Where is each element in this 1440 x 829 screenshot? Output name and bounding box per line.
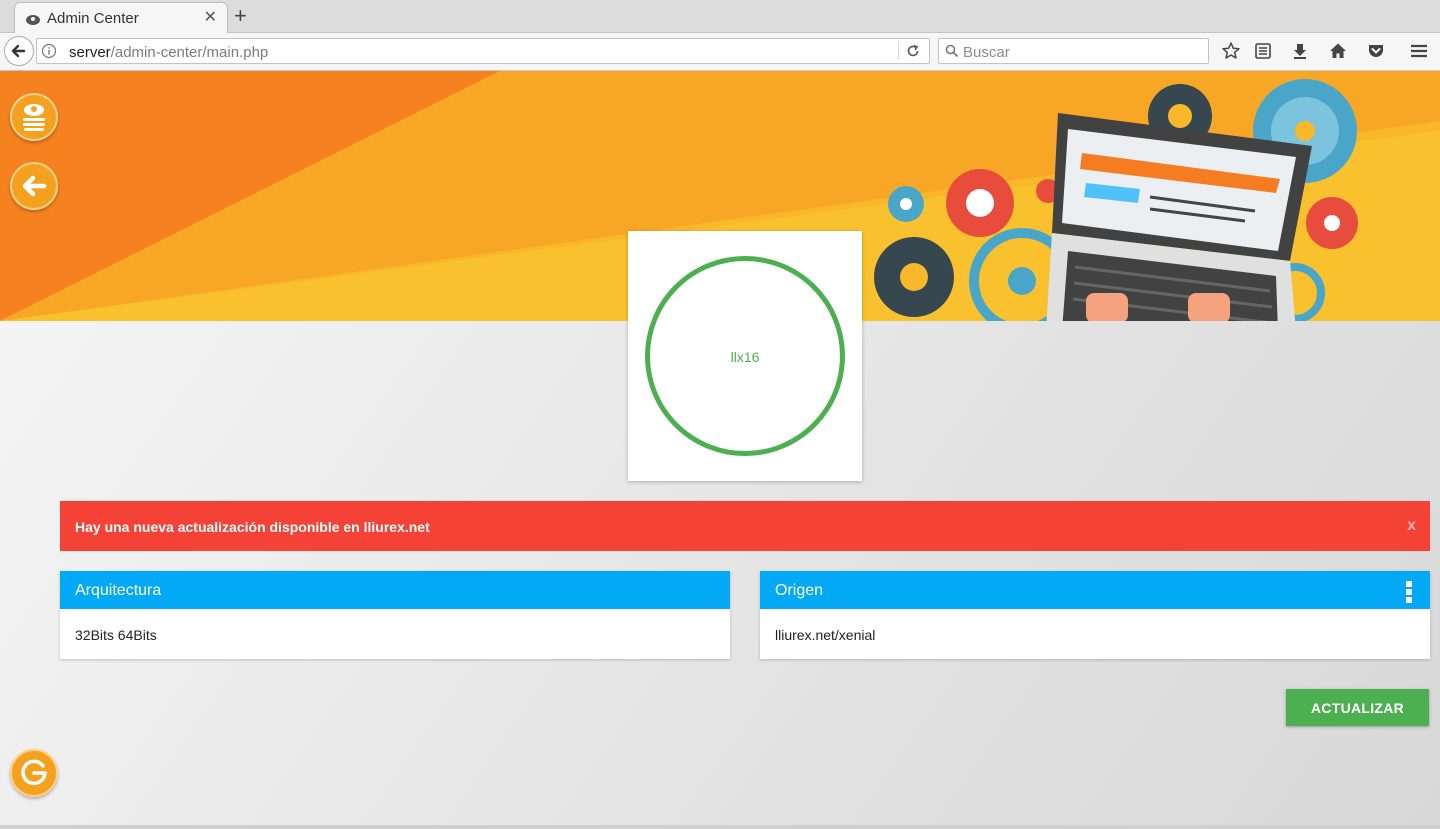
reload-icon[interactable] [905,43,921,59]
panel-header: Origen [760,571,1430,609]
panel-title: Arquitectura [75,582,162,599]
panel-value: lliurex.net/xenial [775,627,876,643]
origen-panel: Origen lliurex.net/xenial [760,571,1430,659]
update-button[interactable]: ACTUALIZAR [1286,689,1429,726]
url-divider [898,42,899,60]
reading-list-icon[interactable] [1253,41,1273,61]
browser-tab-bar: Admin Center ✕ + [0,0,1440,33]
home-icon[interactable] [1328,41,1348,61]
panel-header: Arquitectura [60,571,730,609]
arrow-left-icon [11,44,26,58]
menu-icon[interactable] [1409,41,1429,61]
laptop-illustration [1046,113,1312,321]
update-alert: Hay una nueva actualización disponible e… [60,501,1430,551]
url-text[interactable]: server/admin-center/main.php [69,44,268,61]
bottom-border [0,825,1440,829]
panel-value: 32Bits 64Bits [75,627,157,643]
arquitectura-panel: Arquitectura 32Bits 64Bits [60,571,730,659]
bookmark-star-icon[interactable] [1221,41,1241,61]
panel-title: Origen [775,582,824,599]
gear-icon [888,186,924,222]
url-bar[interactable]: server/admin-center/main.php [36,38,930,64]
browser-back-button[interactable] [4,36,34,66]
gear-icon [874,237,954,317]
lliurex-menu-button[interactable] [10,93,58,141]
gear-icon [1306,197,1358,249]
alert-message: Hay una nueva actualización disponible e… [75,519,430,535]
new-tab-icon[interactable]: + [234,3,247,29]
lliurex-logo-icon [23,104,45,131]
search-bar[interactable]: Buscar [938,38,1209,64]
back-button[interactable] [10,162,58,210]
tab-close-icon[interactable]: ✕ [204,7,217,27]
gear-icon [946,169,1014,237]
browser-tab[interactable]: Admin Center ✕ [14,2,228,33]
status-ring-label: llx16 [730,349,760,365]
lliurex-favicon-icon [26,15,40,25]
alert-close-button[interactable]: x [1407,517,1416,535]
more-options-icon[interactable] [1406,581,1412,605]
url-path: /admin-center/main.php [110,44,269,61]
downloads-icon[interactable] [1290,41,1310,61]
info-icon[interactable] [41,43,57,59]
browser-nav-bar: server/admin-center/main.php Buscar [0,33,1440,71]
power-icon [21,759,47,786]
page-content: llx16 Hay una nueva actualización dispon… [0,71,1440,829]
logout-button[interactable] [10,749,58,797]
search-icon [945,44,959,58]
status-card: llx16 [628,231,862,481]
url-host: server [69,44,111,61]
search-placeholder: Buscar [963,44,1010,61]
tab-title: Admin Center [47,10,139,27]
pocket-icon[interactable] [1366,41,1386,61]
arrow-left-icon [22,175,47,197]
